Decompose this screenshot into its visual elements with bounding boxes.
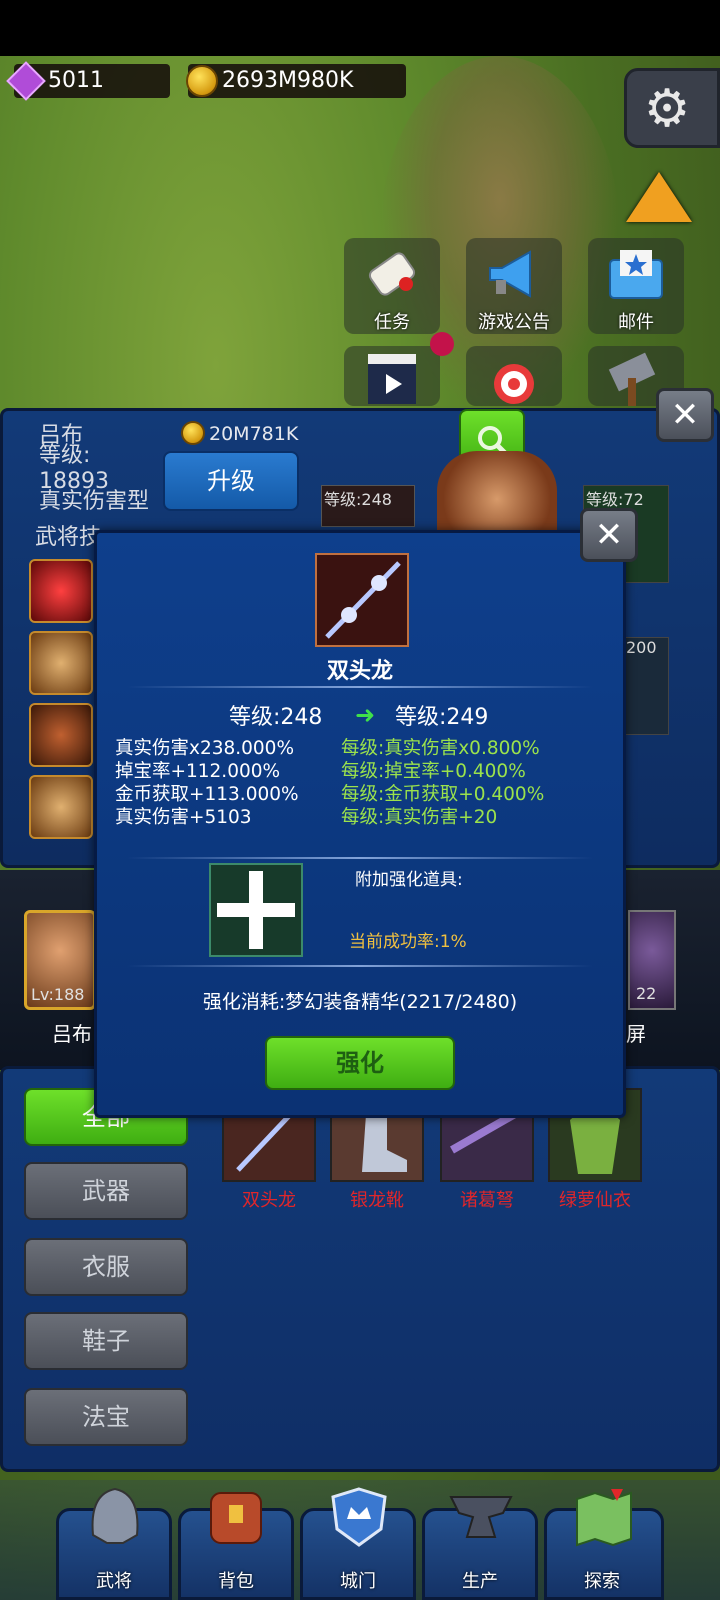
tile-tasks[interactable]: 任务 [344, 238, 440, 334]
success-rate: 当前成功率:1% [349, 932, 467, 952]
nav-bag[interactable]: 背包 [178, 1492, 294, 1600]
level-to: 等级:249 [395, 705, 489, 730]
gear-icon: ⚙ [643, 79, 691, 139]
equip-card-level-2: 等级:72 [586, 490, 644, 509]
hero-portrait [437, 451, 557, 531]
panel-close-button[interactable]: ✕ [656, 388, 714, 442]
hero-avatar-level: Lv:188 [31, 985, 85, 1004]
status-bar [0, 0, 720, 56]
tile-video[interactable] [344, 346, 440, 406]
nav-label-explore: 探索 [584, 1571, 620, 1592]
hero-avatar-right-level: 22 [636, 984, 657, 1003]
item-name: 双头龙 [326, 659, 393, 684]
nav-label-production: 生产 [462, 1571, 498, 1592]
hero-level-label: 等级: [39, 443, 91, 468]
tile-target[interactable] [466, 346, 562, 406]
modal-close-button[interactable]: ✕ [580, 508, 638, 562]
helmet-icon [91, 1487, 139, 1544]
stat-current-1: 真实伤害x238.000% [115, 738, 295, 759]
equip-card-level-3: 200 [626, 638, 657, 657]
mail-icon [609, 250, 663, 299]
enhance-cost: 强化消耗:梦幻装备精华(2217/2480) [202, 991, 518, 1013]
tile-announcements[interactable]: 游戏公告 [466, 238, 562, 334]
gold-counter: 2693M980K [186, 64, 406, 98]
gold-coin-icon [186, 65, 218, 97]
level-from: 等级:248 [229, 705, 323, 730]
enhance-button[interactable]: 强化 [265, 1036, 455, 1090]
notification-dot [430, 332, 454, 356]
divider-2 [127, 857, 593, 859]
divider-3 [127, 965, 593, 967]
equip-card-weapon[interactable]: 等级:248 [321, 485, 415, 527]
arrow-right-icon: ➜ [355, 701, 376, 729]
category-weapon[interactable]: 武器 [24, 1162, 188, 1220]
nav-label-heroes: 武将 [96, 1571, 132, 1592]
hero-strip-right-name: 屏 [626, 1022, 646, 1046]
scroll-icon [368, 252, 416, 296]
skill-slot-3[interactable] [29, 703, 93, 767]
upgrade-button[interactable]: 升级 [163, 451, 299, 511]
gem-counter: 5011 [6, 61, 170, 101]
item-thumbnail [315, 553, 409, 647]
hero-avatar-right[interactable]: 22 [628, 910, 676, 1010]
hero-skill-label: 武将技 [35, 525, 102, 550]
category-treasure[interactable]: 法宝 [24, 1388, 188, 1446]
skill-slot-2[interactable] [29, 631, 93, 695]
tile-label-tasks: 任务 [374, 312, 410, 333]
equip-card-level: 等级:248 [324, 490, 392, 509]
stat-current-4: 真实伤害+5103 [115, 807, 252, 828]
stat-per-level-2: 每级:掉宝率+0.400% [341, 761, 526, 782]
clapperboard-icon [368, 354, 416, 404]
nav-production[interactable]: 生产 [422, 1496, 538, 1600]
inventory-item-name-2: 银龙靴 [350, 1190, 404, 1211]
inventory-item-name-3: 诸葛弩 [460, 1190, 514, 1211]
inventory-item-name-1: 双头龙 [242, 1190, 296, 1211]
equip-card-treasure[interactable]: 200 [623, 637, 669, 735]
hero-strip-name: 吕布 [52, 1022, 92, 1046]
extra-item-label: 附加强化道具: [355, 870, 463, 890]
target-icon [494, 364, 534, 404]
settings-button[interactable]: ⚙ [624, 68, 720, 148]
tile-label-mail: 邮件 [618, 312, 654, 333]
skill-slot-4[interactable] [29, 775, 93, 839]
divider-1 [127, 686, 593, 688]
shield-crown-icon [331, 1487, 387, 1547]
upgrade-coin-icon [181, 421, 205, 445]
stat-per-level-1: 每级:真实伤害x0.800% [341, 738, 540, 759]
tile-label-announcements: 游戏公告 [478, 312, 550, 333]
upgrade-cost: 20M781K [209, 423, 299, 445]
backpack-icon [210, 1492, 262, 1544]
double-spear-icon [325, 561, 401, 639]
enhance-modal: 双头龙 等级:248 ➜ 等级:249 真实伤害x238.000% 掉宝率+11… [94, 530, 626, 1118]
skill-slot-1[interactable] [29, 559, 93, 623]
stat-current-2: 掉宝率+112.000% [115, 761, 281, 782]
stat-current-3: 金币获取+113.000% [115, 784, 299, 805]
category-clothes[interactable]: 衣服 [24, 1238, 188, 1296]
tile-mail[interactable]: 邮件 [588, 238, 684, 334]
nav-label-gate: 城门 [340, 1571, 376, 1592]
plus-icon [217, 871, 295, 949]
alert-triangle-icon[interactable] [626, 172, 692, 222]
nav-heroes[interactable]: 武将 [56, 1487, 172, 1600]
anvil-icon [449, 1496, 513, 1538]
nav-explore[interactable]: 探索 [544, 1489, 664, 1600]
stat-per-level-3: 每级:金币获取+0.400% [341, 784, 545, 805]
nav-gate[interactable]: 城门 [300, 1487, 416, 1600]
stat-per-level-4: 每级:真实伤害+20 [341, 807, 498, 828]
category-shoes[interactable]: 鞋子 [24, 1312, 188, 1370]
hero-type: 真实伤害型 [39, 489, 150, 514]
map-icon [576, 1489, 632, 1547]
megaphone-icon [489, 250, 531, 298]
nav-label-bag: 背包 [218, 1571, 254, 1592]
add-item-slot[interactable] [209, 863, 303, 957]
gold-amount: 2693M980K [222, 68, 354, 93]
gem-amount: 5011 [48, 68, 104, 93]
inventory-item-name-4: 绿萝仙衣 [559, 1190, 631, 1211]
hero-avatar[interactable]: Lv:188 [24, 910, 96, 1010]
